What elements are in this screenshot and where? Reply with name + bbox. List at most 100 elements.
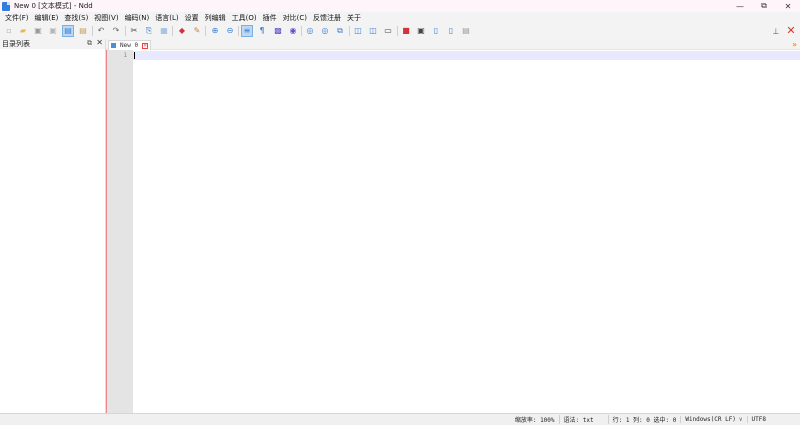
play-icon: ◎ bbox=[321, 26, 329, 35]
toolbar-separator bbox=[349, 26, 350, 36]
save-icon: ▣ bbox=[34, 26, 42, 35]
directory-panel-title: 目录列表 bbox=[2, 40, 30, 48]
panel-icon: ▯ bbox=[433, 26, 439, 35]
open-file-icon: ▰ bbox=[19, 26, 27, 35]
square-button[interactable]: ▣ bbox=[415, 25, 427, 37]
toolbar-separator bbox=[238, 26, 239, 36]
status-syntax: 语法: txt bbox=[558, 415, 598, 424]
wrap-button[interactable]: ≡ bbox=[241, 25, 253, 37]
directory-panel: 目录列表 ⧉ ✕ bbox=[0, 38, 106, 413]
menu-column-edit[interactable]: 列编辑 bbox=[202, 13, 229, 23]
cut-icon: ✂ bbox=[130, 26, 138, 35]
hex-button[interactable]: ▯ bbox=[445, 25, 457, 37]
pin-button[interactable]: ⊥ bbox=[771, 25, 781, 37]
menu-search[interactable]: 查找(S) bbox=[61, 13, 91, 23]
line-ending-label: Windows(CR LF) bbox=[685, 416, 736, 423]
maximize-button[interactable]: ⧉ bbox=[752, 0, 776, 12]
tab-close-icon[interactable]: ✕ bbox=[142, 42, 149, 49]
new-file-button[interactable]: ▫ bbox=[3, 25, 15, 37]
indent-guide-icon: ▩ bbox=[274, 26, 282, 35]
save-button[interactable]: ▣ bbox=[32, 25, 44, 37]
directory-panel-header: 目录列表 ⧉ ✕ bbox=[0, 38, 105, 49]
tab-new-0[interactable]: New 0 ✕ bbox=[108, 40, 151, 50]
menu-compare[interactable]: 对比(C) bbox=[280, 13, 310, 23]
toolbar: ▫ ▰ ▣ ▣ ▤ ▤ ↶ ↷ ✂ ⎘ ▦ ◆ ✎ ⊕ ⊖ ≡ ¶ ▩ ◉ ◎ … bbox=[0, 23, 800, 39]
status-position: 行: 1 列: 0 选中: 0 bbox=[607, 415, 681, 424]
square-icon: ▣ bbox=[417, 26, 425, 35]
hex-icon: ▯ bbox=[448, 26, 454, 35]
menu-bar: 文件(F) 编辑(E) 查找(S) 视图(V) 编码(N) 语言(L) 设置 列… bbox=[0, 12, 800, 23]
close-window-button[interactable]: ✕ bbox=[776, 0, 800, 12]
status-zoom: 缩放率: 100% bbox=[514, 417, 555, 424]
status-line-ending[interactable]: Windows(CR LF) ∨ bbox=[680, 416, 746, 423]
copy-button[interactable]: ⎘ bbox=[143, 25, 155, 37]
float-panel-icon[interactable]: ⧉ bbox=[87, 39, 92, 48]
redo-icon: ↷ bbox=[112, 26, 120, 35]
tab-overflow-icon[interactable]: » bbox=[792, 40, 797, 49]
chevron-down-icon: ∨ bbox=[738, 416, 743, 423]
stop-icon: ■ bbox=[402, 26, 410, 35]
text-caret bbox=[134, 52, 135, 59]
menu-view[interactable]: 视图(V) bbox=[91, 13, 121, 23]
document-icon bbox=[111, 43, 116, 48]
line-number-gutter: 1 bbox=[107, 50, 133, 413]
menu-encoding[interactable]: 编码(N) bbox=[122, 13, 153, 23]
window-controls: — ⧉ ✕ bbox=[728, 0, 800, 12]
dir-compare-button[interactable]: ◫ bbox=[352, 25, 364, 37]
title-bar: New 0 [文本模式] - Ndd — ⧉ ✕ bbox=[0, 0, 800, 12]
dir-compare-icon: ◫ bbox=[354, 26, 362, 35]
settings-doc-icon: ▤ bbox=[462, 26, 470, 35]
macro-button[interactable]: ◉ bbox=[287, 25, 299, 37]
zoom-in-button[interactable]: ⊕ bbox=[209, 25, 221, 37]
file-compare-icon: ◫ bbox=[369, 26, 377, 35]
undo-button[interactable]: ↶ bbox=[95, 25, 107, 37]
close-panel-icon[interactable]: ✕ bbox=[96, 38, 103, 47]
close-document-button[interactable]: ✕ bbox=[785, 24, 797, 37]
save-all-button[interactable]: ▣ bbox=[47, 25, 59, 37]
clear-mark-icon: ✎ bbox=[193, 26, 201, 35]
menu-file[interactable]: 文件(F) bbox=[2, 13, 32, 23]
menu-tools[interactable]: 工具(O) bbox=[229, 13, 260, 23]
menu-settings[interactable]: 设置 bbox=[182, 13, 202, 23]
paste-button[interactable]: ▦ bbox=[158, 25, 170, 37]
open-file-button[interactable]: ▰ bbox=[17, 25, 29, 37]
stop-button[interactable]: ■ bbox=[400, 25, 412, 37]
show-symbols-button[interactable]: ¶ bbox=[256, 25, 268, 37]
mark-button[interactable]: ◆ bbox=[176, 25, 188, 37]
save-all-icon: ▣ bbox=[49, 26, 57, 35]
monitor-button[interactable]: ▭ bbox=[382, 25, 394, 37]
minimize-button[interactable]: — bbox=[728, 0, 752, 12]
settings-doc-button[interactable]: ▤ bbox=[460, 25, 472, 37]
menu-edit[interactable]: 编辑(E) bbox=[32, 13, 62, 23]
menu-feedback[interactable]: 反馈注册 bbox=[310, 13, 344, 23]
indent-guide-button[interactable]: ▩ bbox=[272, 25, 284, 37]
menu-language[interactable]: 语言(L) bbox=[152, 13, 181, 23]
status-encoding: UTF8 bbox=[746, 416, 770, 423]
compare-button[interactable]: ⧉ bbox=[334, 25, 346, 37]
text-editor[interactable]: 1 bbox=[106, 50, 800, 413]
toolbar-separator bbox=[172, 26, 173, 36]
redo-button[interactable]: ↷ bbox=[110, 25, 122, 37]
tab-label: New 0 bbox=[120, 42, 139, 49]
toolbar-separator bbox=[205, 26, 206, 36]
toolbar-separator bbox=[301, 26, 302, 36]
cut-button[interactable]: ✂ bbox=[128, 25, 140, 37]
toolbar-separator bbox=[92, 26, 93, 36]
close-file-button[interactable]: ▤ bbox=[62, 25, 74, 37]
clear-mark-button[interactable]: ✎ bbox=[191, 25, 203, 37]
mark-icon: ◆ bbox=[178, 26, 186, 35]
toolbar-separator bbox=[125, 26, 126, 36]
menu-plugins[interactable]: 插件 bbox=[260, 13, 280, 23]
toolbar-separator bbox=[397, 26, 398, 36]
play-button[interactable]: ◎ bbox=[319, 25, 331, 37]
close-all-button[interactable]: ▤ bbox=[77, 25, 89, 37]
menu-about[interactable]: 关于 bbox=[344, 13, 364, 23]
zoom-in-icon: ⊕ bbox=[211, 26, 219, 35]
zoom-out-icon: ⊖ bbox=[226, 26, 234, 35]
file-compare-button[interactable]: ◫ bbox=[367, 25, 379, 37]
compare-icon: ⧉ bbox=[337, 26, 343, 35]
zoom-out-button[interactable]: ⊖ bbox=[224, 25, 236, 37]
record-button[interactable]: ◎ bbox=[304, 25, 316, 37]
monitor-icon: ▭ bbox=[384, 26, 392, 35]
panel-button[interactable]: ▯ bbox=[430, 25, 442, 37]
